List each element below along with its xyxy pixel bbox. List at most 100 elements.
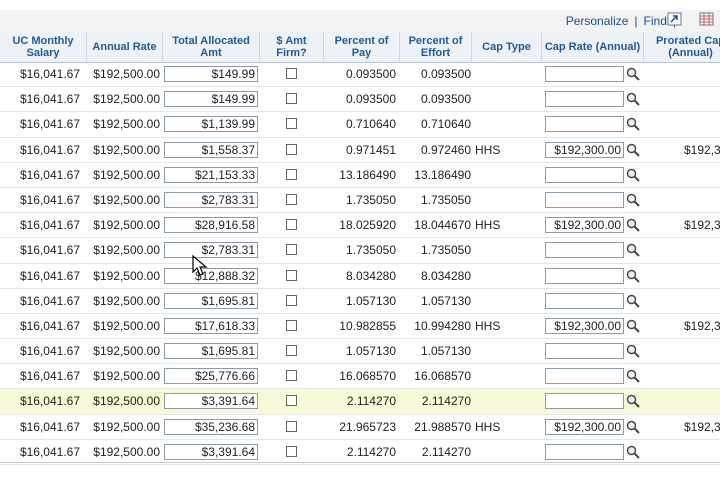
total-allocated-amt-input[interactable]: $25,776.66 (164, 368, 258, 385)
table-row: $16,041.67 $192,500.00 $28,916.58 18.025920… (0, 213, 720, 239)
lookup-icon[interactable] (626, 269, 640, 283)
lookup-icon[interactable] (626, 117, 640, 132)
cap-rate-input[interactable] (545, 116, 624, 133)
percent-of-effort-cell: 8.034280 (420, 268, 471, 283)
lookup-icon[interactable] (626, 319, 640, 333)
uc-monthly-salary-cell: $16,041.67 (19, 293, 80, 308)
total-allocated-amt-input[interactable]: $149.99 (164, 91, 258, 108)
header-cap-rate[interactable]: Cap Rate (Annual) (542, 32, 644, 62)
total-allocated-amt-input[interactable]: $1,695.81 (164, 343, 258, 360)
cap-type-cell (475, 289, 515, 313)
amt-firm-checkbox[interactable] (286, 395, 297, 407)
total-allocated-amt-input[interactable]: $35,236.68 (164, 418, 258, 435)
annual-rate-cell: $192,500.00 (93, 67, 160, 81)
header-total-allocated-amt[interactable]: Total Allocated Amt (163, 32, 260, 62)
percent-of-effort-cell: 16.068570 (414, 369, 471, 384)
total-allocated-amt-input[interactable]: $1,558.37 (164, 141, 258, 158)
total-allocated-amt-input[interactable]: $2,783.31 (164, 191, 258, 208)
lookup-icon[interactable] (626, 243, 640, 258)
prorated-cap-cell (684, 112, 720, 136)
amt-firm-checkbox[interactable] (286, 370, 297, 382)
lookup-icon[interactable] (626, 369, 640, 383)
total-allocated-amt-input[interactable]: $17,618.33 (164, 317, 258, 334)
lookup-icon[interactable] (626, 92, 640, 106)
amt-firm-checkbox[interactable] (286, 244, 297, 256)
total-allocated-amt-input[interactable]: $149.99 (164, 66, 258, 82)
cap-type-cell (475, 188, 515, 212)
amt-firm-checkbox[interactable] (286, 219, 297, 231)
cap-rate-input[interactable] (545, 267, 624, 284)
percent-of-pay-cell: 1.735050 (345, 192, 396, 207)
header-prorated-cap[interactable]: Prorated Cap (Annual) (644, 32, 720, 62)
cap-rate-input[interactable] (545, 343, 624, 360)
cap-rate-input[interactable] (545, 393, 624, 410)
amt-firm-checkbox[interactable] (286, 445, 297, 457)
table-row: $16,041.67 $192,500.00 $21,153.33 13.186490… (0, 163, 720, 188)
total-allocated-amt-input[interactable]: $28,916.58 (164, 217, 258, 234)
amt-firm-checkbox[interactable] (286, 420, 297, 432)
lookup-icon[interactable] (626, 394, 640, 409)
lookup-icon[interactable] (626, 218, 640, 232)
amt-firm-checkbox[interactable] (286, 294, 297, 306)
total-allocated-amt-input[interactable]: $3,391.64 (164, 443, 258, 460)
lookup-icon[interactable] (626, 67, 640, 81)
annual-rate-cell: $192,500.00 (93, 318, 160, 333)
find-link[interactable]: Find (644, 14, 667, 28)
total-allocated-amt-input[interactable]: $1,695.81 (164, 292, 258, 309)
lookup-icon[interactable] (626, 143, 640, 157)
amt-firm-checkbox[interactable] (286, 93, 297, 105)
cap-rate-input[interactable] (545, 91, 624, 108)
cap-rate-input[interactable] (545, 66, 624, 82)
amt-firm-checkbox[interactable] (286, 118, 297, 130)
total-allocated-amt-input[interactable]: $3,391.64 (164, 393, 258, 410)
prorated-cap-cell (684, 188, 720, 212)
amt-firm-checkbox[interactable] (286, 168, 297, 180)
cap-rate-input[interactable] (545, 166, 624, 183)
cap-rate-input[interactable]: $192,300.00 (545, 141, 624, 158)
header-annual-rate[interactable]: Annual Rate (87, 32, 163, 62)
lookup-icon[interactable] (626, 445, 640, 459)
uc-monthly-salary-cell: $16,041.67 (19, 67, 80, 81)
lookup-icon[interactable] (626, 193, 640, 207)
header-uc-monthly-salary[interactable]: UC Monthly Salary (0, 32, 87, 62)
cap-rate-input[interactable]: $192,300.00 (545, 217, 624, 234)
uc-monthly-salary-cell: $16,041.67 (19, 117, 80, 132)
amt-firm-checkbox[interactable] (286, 143, 297, 155)
cap-rate-input[interactable] (545, 368, 624, 385)
percent-of-pay-cell: 0.971451 (345, 142, 396, 157)
cap-rate-input[interactable] (545, 292, 624, 309)
lookup-icon[interactable] (626, 168, 640, 182)
amt-firm-checkbox[interactable] (286, 269, 297, 281)
table-row: $16,041.67 $192,500.00 $2,783.31 1.735050 1.… (0, 238, 720, 264)
percent-of-effort-cell: 0.093500 (420, 92, 471, 107)
total-allocated-amt-input[interactable]: $21,153.33 (164, 166, 258, 183)
total-allocated-amt-input[interactable]: $2,783.31 (164, 242, 258, 259)
personalize-link[interactable]: Personalize (566, 14, 629, 28)
cap-rate-input[interactable]: $192,300.00 (545, 418, 624, 435)
cap-rate-input[interactable] (545, 242, 624, 259)
lookup-icon[interactable] (626, 294, 640, 308)
cap-rate-input[interactable]: $192,300.00 (545, 317, 624, 334)
download-icon[interactable] (699, 12, 714, 26)
percent-of-pay-cell: 16.068570 (339, 369, 396, 384)
amt-firm-checkbox[interactable] (286, 193, 297, 205)
header-cap-type[interactable]: Cap Type (472, 32, 542, 62)
lookup-icon[interactable] (626, 420, 640, 434)
header-percent-of-pay[interactable]: Percent of Pay (324, 32, 400, 62)
annual-rate-cell: $192,500.00 (93, 243, 160, 258)
prorated-cap-cell (684, 289, 720, 313)
header-percent-of-effort[interactable]: Percent of Effort (400, 32, 472, 62)
table-row: $16,041.67 $192,500.00 $12,888.32 8.034280 8… (0, 264, 720, 289)
total-allocated-amt-input[interactable]: $1,139.99 (164, 116, 258, 133)
annual-rate-cell: $192,500.00 (93, 92, 160, 107)
view-all-icon[interactable] (667, 12, 682, 26)
total-allocated-amt-input[interactable]: $12,888.32 (164, 267, 258, 284)
amt-firm-checkbox[interactable] (286, 319, 297, 331)
amt-firm-checkbox[interactable] (286, 68, 297, 79)
annual-rate-cell: $192,500.00 (93, 293, 160, 308)
cap-rate-input[interactable] (545, 191, 624, 208)
amt-firm-checkbox[interactable] (286, 345, 297, 357)
header-amt-firm[interactable]: $ Amt Firm? (260, 32, 324, 62)
lookup-icon[interactable] (626, 344, 640, 358)
cap-rate-input[interactable] (545, 443, 624, 460)
